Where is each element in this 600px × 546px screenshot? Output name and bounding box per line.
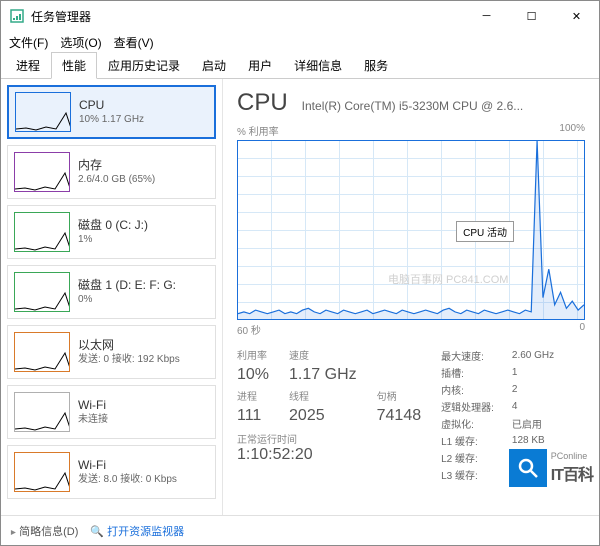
spec-key: L2 缓存: — [441, 449, 512, 466]
menu-options[interactable]: 选项(O) — [60, 34, 101, 51]
spec-key: L1 缓存: — [441, 432, 512, 449]
spec-row: 内核:2 — [441, 381, 554, 398]
uptime-label: 正常运行时间 — [237, 431, 421, 446]
maximize-button[interactable]: ☐ — [509, 1, 554, 31]
sidebar-item-label: 内存 — [78, 157, 155, 174]
spec-row: L1 缓存:128 KB — [441, 432, 554, 449]
spec-val: 4 — [512, 398, 554, 415]
stat-value: 74148 — [377, 407, 422, 425]
spec-val: 2 — [512, 381, 554, 398]
sidebar-item-cpu-0[interactable]: CPU10% 1.17 GHz — [7, 85, 216, 139]
sidebar-item-net-4[interactable]: 以太网发送: 0 接收: 192 Kbps — [7, 325, 216, 379]
sidebar-item-value: 发送: 8.0 接收: 0 Kbps — [78, 473, 177, 487]
sidebar-item-label: 以太网 — [78, 337, 180, 354]
app-icon — [9, 8, 25, 24]
tab-bar: 进程 性能 应用历史记录 启动 用户 详细信息 服务 — [1, 53, 599, 79]
spec-val: 1 — [512, 364, 554, 381]
chart-ymax: 100% — [559, 123, 585, 138]
sidebar-item-label: CPU — [79, 97, 144, 114]
spec-row: 虚拟化:已启用 — [441, 415, 554, 432]
detail-subtitle: Intel(R) Core(TM) i5-3230M CPU @ 2.6... — [302, 99, 585, 113]
disk-thumb-icon — [14, 272, 70, 312]
mem-thumb-icon — [14, 152, 70, 192]
menubar: 文件(F) 选项(O) 查看(V) — [1, 31, 599, 53]
chart-xright: 0 — [579, 322, 585, 337]
sidebar-item-label: 磁盘 0 (C: J:) — [78, 217, 148, 234]
tab-services[interactable]: 服务 — [353, 52, 399, 79]
detail-pane: CPU Intel(R) Core(TM) i5-3230M CPU @ 2.6… — [223, 79, 599, 515]
spec-key: 最大速度: — [441, 347, 512, 364]
stat-value: 2025 — [289, 407, 357, 425]
sidebar-item-value: 发送: 0 接收: 192 Kbps — [78, 353, 180, 367]
fewer-details-button[interactable]: ▾ 简略信息(D) — [11, 523, 78, 539]
sidebar-item-label: Wi-Fi — [78, 457, 177, 474]
sidebar-item-label: 磁盘 1 (D: E: F: G: — [78, 277, 176, 294]
sidebar-item-disk-3[interactable]: 磁盘 1 (D: E: F: G:0% — [7, 265, 216, 319]
chart-xlabel: 60 秒 — [237, 322, 261, 337]
spec-val: 2.60 GHz — [512, 347, 554, 364]
sidebar-item-wifi-5[interactable]: Wi-Fi未连接 — [7, 385, 216, 439]
sidebar-item-value: 2.6/4.0 GB (65%) — [78, 173, 155, 187]
detail-title: CPU — [237, 89, 288, 117]
stat-value: 111 — [237, 407, 269, 425]
menu-file[interactable]: 文件(F) — [9, 34, 48, 51]
sidebar-item-value: 1% — [78, 233, 148, 247]
sidebar: CPU10% 1.17 GHz 内存2.6/4.0 GB (65%) 磁盘 0 (C… — [1, 79, 223, 515]
watermark-logo: PConline IT百科 — [509, 449, 593, 487]
spec-key: 虚拟化: — [441, 415, 512, 432]
sidebar-item-value: 0% — [78, 293, 176, 307]
tab-details[interactable]: 详细信息 — [283, 52, 353, 79]
chart-ylabel: % 利用率 — [237, 123, 279, 138]
stat-label: 利用率 — [237, 347, 269, 362]
cpu-thumb-icon — [15, 92, 71, 132]
sidebar-item-disk-2[interactable]: 磁盘 0 (C: J:)1% — [7, 205, 216, 259]
open-resmon-link[interactable]: 🔍 打开资源监视器 — [90, 523, 184, 539]
sidebar-item-mem-1[interactable]: 内存2.6/4.0 GB (65%) — [7, 145, 216, 199]
menu-view[interactable]: 查看(V) — [114, 34, 154, 51]
cpu-chart: 电脑百事网 PC841.COM CPU 活动 — [237, 140, 585, 320]
spec-row: 最大速度:2.60 GHz — [441, 347, 554, 364]
spec-row: 插槽:1 — [441, 364, 554, 381]
sidebar-item-net-6[interactable]: Wi-Fi发送: 8.0 接收: 0 Kbps — [7, 445, 216, 499]
tab-startup[interactable]: 启动 — [191, 52, 237, 79]
disk-thumb-icon — [14, 212, 70, 252]
sidebar-item-label: Wi-Fi — [78, 397, 108, 414]
uptime-value: 1:10:52:20 — [237, 446, 421, 464]
chart-tooltip: CPU 活动 — [456, 221, 514, 242]
spec-key: 逻辑处理器: — [441, 398, 512, 415]
tab-processes[interactable]: 进程 — [5, 52, 51, 79]
sidebar-item-value: 10% 1.17 GHz — [79, 113, 144, 127]
spec-row: 逻辑处理器:4 — [441, 398, 554, 415]
stat-value: 10% — [237, 366, 269, 384]
sidebar-item-value: 未连接 — [78, 413, 108, 427]
spec-val: 128 KB — [512, 432, 554, 449]
spec-key: 插槽: — [441, 364, 512, 381]
tab-app-history[interactable]: 应用历史记录 — [97, 52, 191, 79]
net-thumb-icon — [14, 452, 70, 492]
stat-label: 线程 — [289, 388, 357, 403]
tab-users[interactable]: 用户 — [237, 52, 283, 79]
close-button[interactable]: ✕ — [554, 1, 599, 31]
stat-label: 速度 — [289, 347, 357, 362]
spec-val: 已启用 — [512, 415, 554, 432]
spec-key: 内核: — [441, 381, 512, 398]
stat-label: 进程 — [237, 388, 269, 403]
wifi-thumb-icon — [14, 392, 70, 432]
window-title: 任务管理器 — [31, 8, 464, 25]
stat-value: 1.17 GHz — [289, 366, 357, 384]
minimize-button[interactable]: ─ — [464, 1, 509, 31]
stat-label: 句柄 — [377, 388, 422, 403]
statusbar: ▾ 简略信息(D) 🔍 打开资源监视器 — [1, 515, 599, 545]
spec-key: L3 缓存: — [441, 466, 512, 483]
chevron-down-icon: ▾ — [8, 529, 19, 534]
tab-performance[interactable]: 性能 — [51, 52, 97, 79]
net-thumb-icon — [14, 332, 70, 372]
